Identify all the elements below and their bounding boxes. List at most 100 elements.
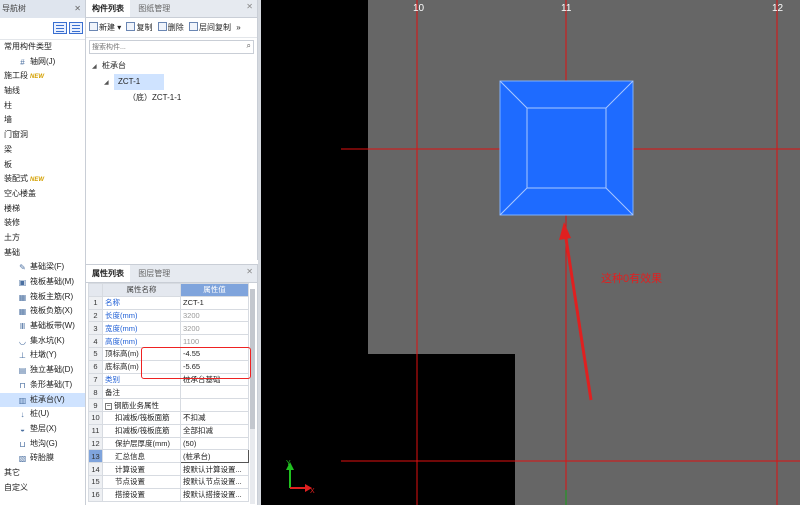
nav-item-6[interactable]: 门窗洞: [0, 128, 85, 143]
nav-item-2[interactable]: 施工段 NEW: [0, 69, 85, 84]
grid-icon: #: [20, 57, 25, 67]
nav-item-23[interactable]: ⊓ 条形基础(T): [0, 378, 85, 393]
nav-item-0[interactable]: 常用构件类型: [0, 40, 85, 55]
floor-copy-button[interactable]: 层间复制: [188, 18, 231, 38]
nav-item-4[interactable]: 柱: [0, 99, 85, 114]
property-row[interactable]: 8 备注: [88, 385, 249, 400]
close-icon[interactable]: ✕: [74, 0, 81, 18]
tree-node-zct1[interactable]: ◢ ZCT-1: [86, 74, 257, 90]
new-button[interactable]: 新建 ▾: [89, 18, 121, 38]
pile-cap-icon: ▥: [18, 395, 27, 405]
property-row[interactable]: 2 长度(mm) 3200: [88, 308, 249, 323]
property-row[interactable]: 3 宽度(mm) 3200: [88, 321, 249, 336]
property-row[interactable]: 15 节点设置 按默认节点设置...: [88, 474, 249, 489]
property-name-text: 备注: [105, 387, 120, 397]
nav-item-30[interactable]: 自定义: [0, 481, 85, 496]
nav-item-label: 板: [4, 159, 12, 169]
property-value[interactable]: [180, 398, 249, 412]
nav-item-label: 施工段: [4, 71, 28, 81]
close-icon[interactable]: ✕: [246, 267, 253, 276]
nav-item-15[interactable]: ✎ 基础梁(F): [0, 260, 85, 275]
nav-item-27[interactable]: ⊔ 地沟(G): [0, 437, 85, 452]
nav-item-20[interactable]: ◡ 集水坑(K): [0, 334, 85, 349]
nav-item-7[interactable]: 梁: [0, 143, 85, 158]
nav-item-label: 条形基础(T): [30, 379, 73, 389]
tree-view-icon[interactable]: [69, 22, 83, 34]
nav-item-21[interactable]: ⊥ 柱墩(Y): [0, 348, 85, 363]
pit-icon: ◡: [19, 336, 26, 346]
property-value[interactable]: [180, 385, 249, 400]
property-row[interactable]: 13 汇总信息 (桩承台): [88, 449, 249, 464]
tab-layer-manage[interactable]: 图层管理: [132, 265, 176, 282]
property-name-text: 名称: [105, 298, 120, 308]
nav-item-28[interactable]: ▧ 砖胎膜: [0, 451, 85, 466]
nav-item-label: 门窗洞: [4, 130, 28, 140]
collapse-icon[interactable]: ◢: [92, 59, 102, 75]
property-value[interactable]: 按默认计算设置...: [180, 462, 249, 476]
tab-property-list[interactable]: 属性列表: [86, 265, 130, 282]
property-value[interactable]: 1100: [180, 334, 249, 348]
search-input[interactable]: [90, 41, 230, 53]
property-name: 宽度(mm): [102, 321, 181, 336]
nav-item-1[interactable]: # 轴网(J): [0, 55, 85, 70]
property-row-index: 1: [88, 295, 103, 310]
nav-item-9[interactable]: 装配式 NEW: [0, 172, 85, 187]
property-scrollbar[interactable]: [250, 289, 255, 504]
header-index: [88, 283, 103, 297]
nav-item-24[interactable]: ▥ 桩承台(V): [0, 392, 85, 408]
list-view-icon[interactable]: [53, 22, 67, 34]
property-value[interactable]: 按默认搭接设置...: [180, 487, 249, 502]
nav-item-19[interactable]: Ⅲ 基础板带(W): [0, 319, 85, 334]
property-row[interactable]: 12 保护层厚度(mm) (50): [88, 436, 249, 451]
tree-node-zct1-1[interactable]: （底）ZCT-1-1: [86, 90, 257, 106]
copy-button[interactable]: 复制: [126, 18, 152, 38]
property-row[interactable]: 14 计算设置 按默认计算设置...: [88, 462, 249, 476]
nav-item-11[interactable]: 楼梯: [0, 202, 85, 217]
nav-item-16[interactable]: ▣ 筏板基础(M): [0, 275, 85, 290]
nav-item-8[interactable]: 板: [0, 158, 85, 173]
nav-item-25[interactable]: ↓ 桩(U): [0, 407, 85, 422]
nav-item-18[interactable]: ▦ 筏板负筋(X): [0, 304, 85, 319]
property-row[interactable]: 9− 钢筋业务属性: [88, 398, 249, 412]
tab-drawing-manage[interactable]: 图纸管理: [132, 0, 176, 17]
property-value[interactable]: ZCT-1: [180, 295, 249, 310]
collapse-icon[interactable]: −: [105, 402, 112, 410]
nav-item-12[interactable]: 装修: [0, 216, 85, 231]
nav-item-14[interactable]: 基础: [0, 246, 85, 261]
property-value[interactable]: 3200: [180, 321, 249, 336]
property-value[interactable]: 全部扣减: [180, 423, 249, 438]
property-row-index: 7: [88, 372, 103, 387]
nav-item-5[interactable]: 墙: [0, 113, 85, 128]
nav-item-13[interactable]: 土方: [0, 231, 85, 246]
property-value[interactable]: (50): [180, 436, 249, 451]
close-icon[interactable]: ✕: [246, 2, 253, 11]
nav-item-3[interactable]: 轴线: [0, 84, 85, 99]
property-row[interactable]: 4 高度(mm) 1100: [88, 334, 249, 348]
property-row[interactable]: 10 扣减板/筏板面筋 不扣减: [88, 410, 249, 425]
nav-item-17[interactable]: ▦ 筏板主筋(R): [0, 290, 85, 305]
tab-component-list[interactable]: 构件列表: [86, 0, 130, 17]
collapse-icon[interactable]: ◢: [104, 75, 114, 91]
pencil-icon: ✎: [19, 263, 26, 273]
property-value[interactable]: 按默认节点设置...: [180, 474, 249, 489]
property-value[interactable]: 不扣减: [180, 410, 249, 425]
search-icon[interactable]: ⌕: [247, 41, 251, 51]
property-value[interactable]: (桩承台): [180, 449, 249, 464]
nav-item-label: 独立基础(D): [30, 365, 74, 375]
more-icon[interactable]: »: [236, 18, 240, 38]
property-value[interactable]: 3200: [180, 308, 249, 323]
nav-item-10[interactable]: 空心楼盖: [0, 187, 85, 202]
drawing-canvas[interactable]: 10 11 12 这种0有效果 Y X: [261, 0, 800, 505]
nav-item-22[interactable]: ▤ 独立基础(D): [0, 363, 85, 378]
property-row-index: 9: [88, 398, 103, 412]
tree-node-root[interactable]: ◢ 桩承台: [86, 58, 257, 74]
nav-item-29[interactable]: 其它: [0, 466, 85, 481]
property-row[interactable]: 11 扣减板/筏板底筋 全部扣减: [88, 423, 249, 438]
property-name: 长度(mm): [102, 308, 181, 323]
property-row[interactable]: 1 名称 ZCT-1: [88, 295, 249, 310]
property-row[interactable]: 16 搭接设置 按默认搭接设置...: [88, 487, 249, 502]
delete-button[interactable]: 删除: [157, 18, 184, 38]
pile-cap-shape[interactable]: [499, 80, 634, 216]
nav-item-label: 基础板带(W): [30, 321, 75, 331]
nav-item-26[interactable]: ◒ 垫层(X): [0, 422, 85, 437]
